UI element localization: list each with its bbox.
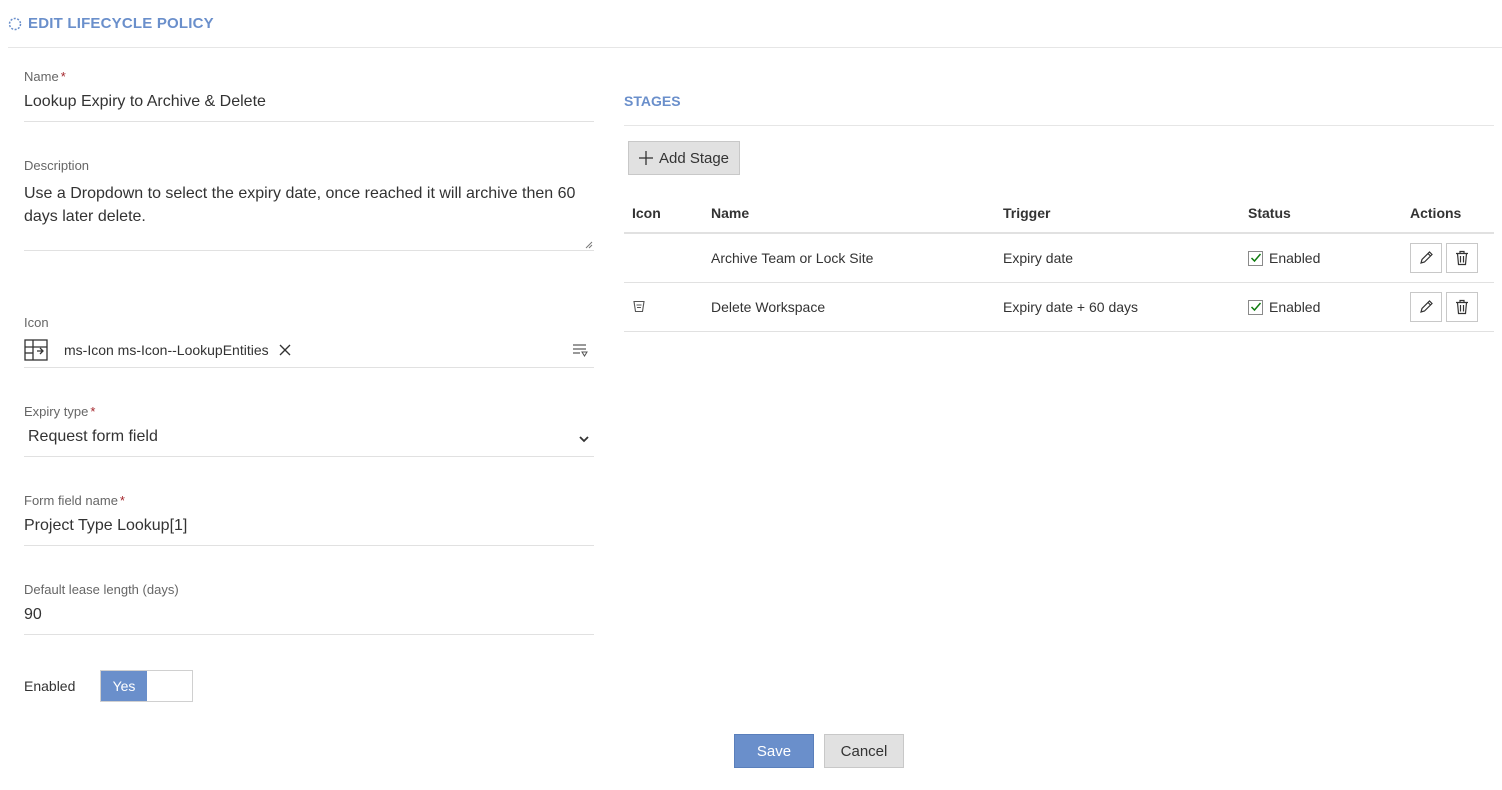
- checkmark-icon: [1250, 253, 1261, 263]
- add-stage-button[interactable]: Add Stage: [628, 141, 740, 175]
- clear-icon[interactable]: [279, 344, 291, 356]
- column-header-status: Status: [1240, 194, 1402, 234]
- recycle-bin-icon: [633, 300, 645, 312]
- column-header-name: Name: [703, 194, 995, 234]
- icon-picker-icon[interactable]: [572, 342, 588, 358]
- delete-stage-button[interactable]: [1446, 243, 1478, 273]
- chevron-down-icon: [579, 436, 589, 443]
- form-field-name-label: Form field name *: [24, 493, 125, 508]
- table-row: Archive Team or Lock Site Expiry date En…: [624, 233, 1494, 283]
- description-field-group: Description Use a Dropdown to select the…: [24, 158, 594, 251]
- lease-length-label: Default lease length (days): [24, 582, 179, 597]
- resize-handle-icon[interactable]: [585, 241, 593, 249]
- stage-icon-cell: [624, 233, 703, 283]
- expiry-type-select[interactable]: Request form field: [24, 422, 594, 457]
- description-label: Description: [24, 158, 90, 173]
- stage-icon-cell: [624, 282, 703, 332]
- table-header-row: Icon Name Trigger Status Actions: [624, 194, 1494, 234]
- expiry-type-label: Expiry type *: [24, 404, 96, 419]
- stage-status-cell: Enabled: [1240, 233, 1402, 283]
- status-checkbox[interactable]: [1248, 250, 1263, 266]
- icon-label: Icon: [24, 315, 49, 330]
- status-label: Enabled: [1269, 299, 1321, 315]
- enabled-label: Enabled: [24, 678, 76, 694]
- column-header-icon: Icon: [624, 194, 703, 234]
- status-label: Enabled: [1269, 250, 1321, 266]
- name-field-group: Name * Lookup Expiry to Archive & Delete: [24, 69, 594, 122]
- pencil-icon: [1420, 251, 1433, 264]
- edit-stage-button[interactable]: [1410, 243, 1442, 273]
- icon-input[interactable]: ms-Icon ms-Icon--LookupEntities: [24, 333, 594, 368]
- cancel-button[interactable]: Cancel: [824, 734, 904, 768]
- stage-status-cell: Enabled: [1240, 282, 1402, 332]
- stages-section: STAGES Add Stage Icon Name Trigger Statu…: [624, 84, 1494, 332]
- plus-icon: [638, 151, 653, 165]
- stage-trigger: Expiry date + 60 days: [995, 282, 1240, 332]
- page-title: EDIT LIFECYCLE POLICY: [28, 15, 214, 32]
- stage-trigger: Expiry date: [995, 233, 1240, 283]
- column-header-trigger: Trigger: [995, 194, 1240, 234]
- form-field-name-group: Form field name * Project Type Lookup[1]: [24, 493, 594, 546]
- panel-header: EDIT LIFECYCLE POLICY: [8, 0, 1502, 48]
- pencil-icon: [1420, 300, 1433, 313]
- lease-length-input[interactable]: 90: [24, 600, 594, 635]
- stage-actions-cell: [1402, 282, 1494, 332]
- delete-stage-button[interactable]: [1446, 292, 1478, 322]
- form-footer: Save Cancel: [734, 734, 904, 768]
- icon-value: ms-Icon ms-Icon--LookupEntities: [64, 342, 269, 358]
- stage-name: Archive Team or Lock Site: [703, 233, 995, 283]
- form-field-name-input[interactable]: Project Type Lookup[1]: [24, 511, 594, 546]
- stages-title: STAGES: [624, 84, 1494, 126]
- name-label: Name *: [24, 69, 66, 84]
- status-checkbox[interactable]: [1248, 299, 1263, 315]
- toggle-yes[interactable]: Yes: [101, 671, 147, 701]
- lease-length-field-group: Default lease length (days) 90: [24, 582, 594, 635]
- trash-icon: [1456, 250, 1468, 266]
- enabled-toggle[interactable]: Yes: [100, 670, 193, 702]
- column-header-actions: Actions: [1402, 194, 1494, 234]
- spinner-icon: [8, 17, 22, 30]
- edit-stage-button[interactable]: [1410, 292, 1442, 322]
- stage-name: Delete Workspace: [703, 282, 995, 332]
- lookup-entities-icon: [24, 339, 48, 361]
- enabled-field-group: Enabled Yes: [24, 670, 594, 702]
- checkmark-icon: [1250, 302, 1261, 312]
- table-row: Delete Workspace Expiry date + 60 days E…: [624, 282, 1494, 332]
- stage-actions-cell: [1402, 233, 1494, 283]
- description-textarea[interactable]: Use a Dropdown to select the expiry date…: [24, 176, 594, 251]
- trash-icon: [1456, 299, 1468, 315]
- name-input[interactable]: Lookup Expiry to Archive & Delete: [24, 87, 594, 122]
- icon-field-group: Icon ms-Icon ms-Icon--LookupEntities: [24, 315, 594, 368]
- stages-table: Icon Name Trigger Status Actions Archive…: [624, 194, 1494, 332]
- expiry-type-field-group: Expiry type * Request form field: [24, 404, 594, 457]
- save-button[interactable]: Save: [734, 734, 814, 768]
- toggle-no[interactable]: [147, 671, 192, 701]
